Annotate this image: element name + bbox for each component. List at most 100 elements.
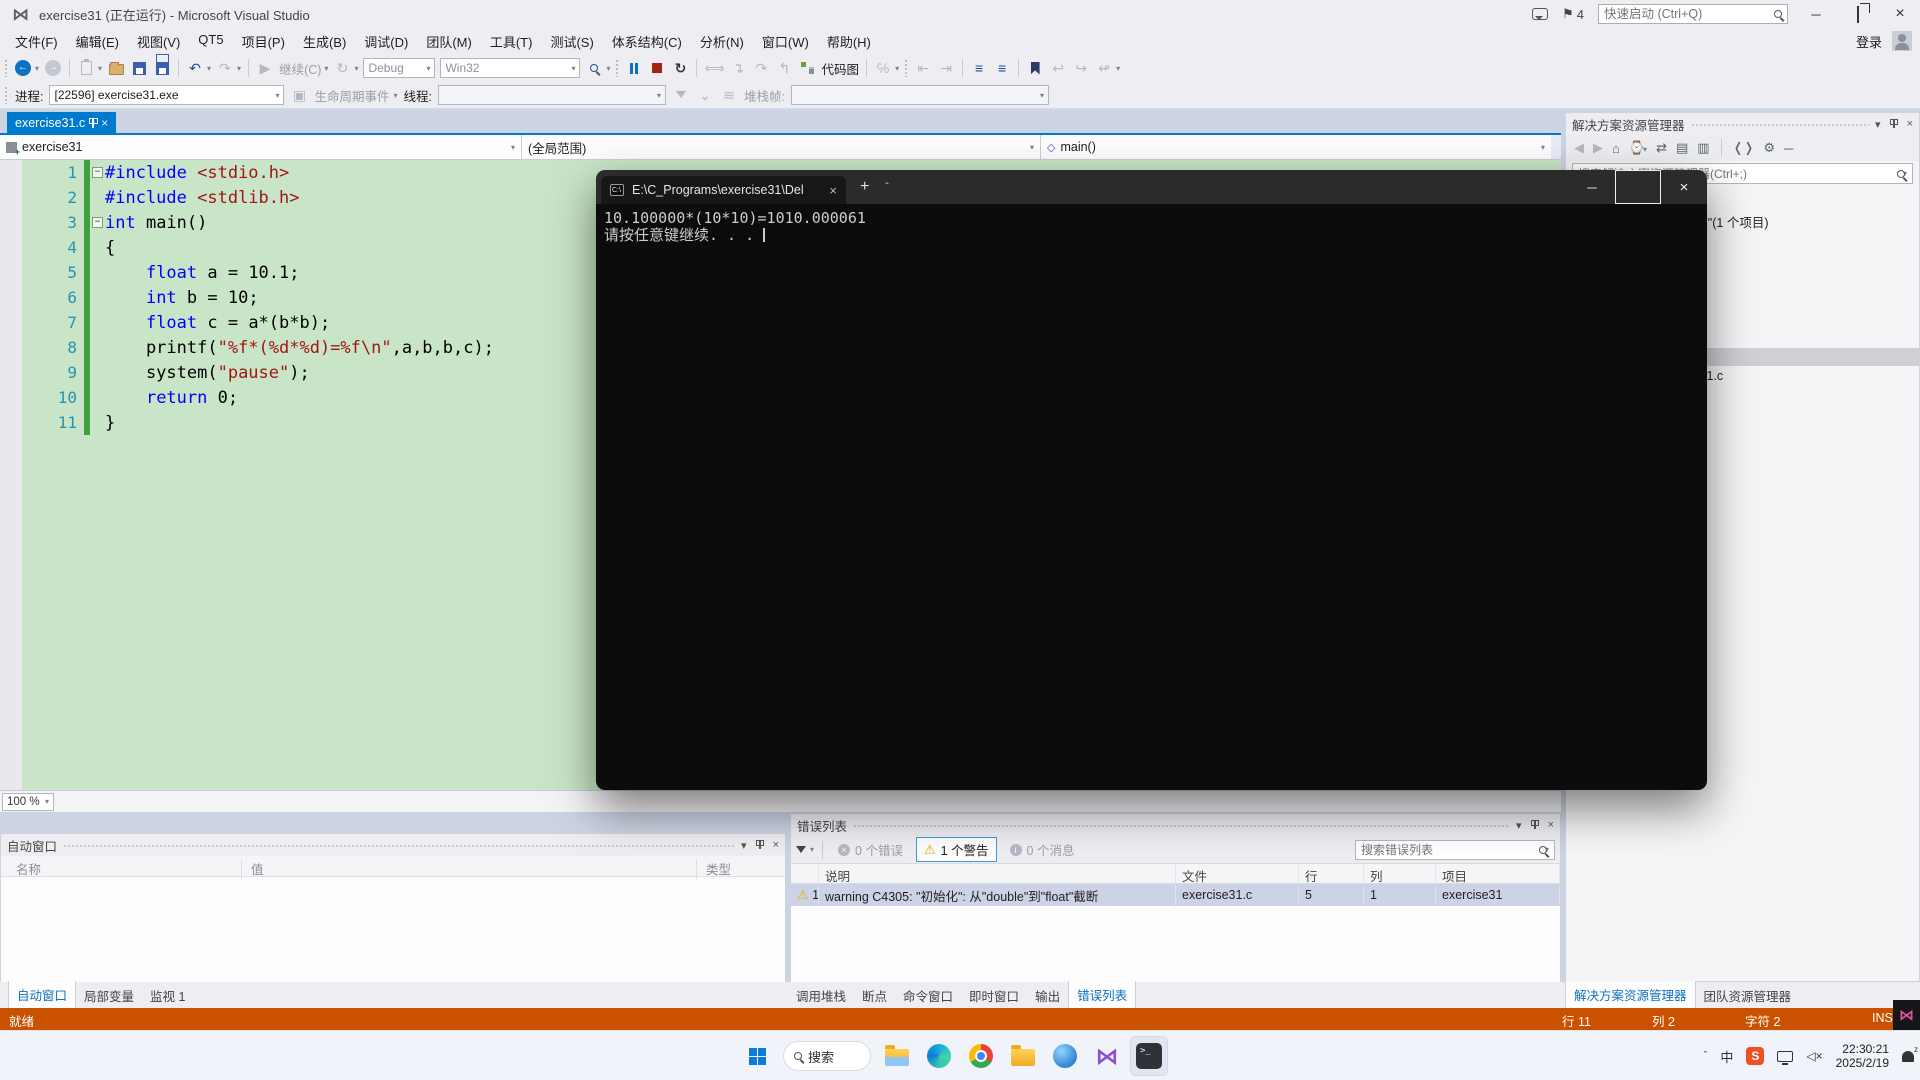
column-header[interactable]: 名称	[16, 859, 41, 878]
column-header[interactable]: 行	[1299, 864, 1364, 883]
save-icon[interactable]	[130, 57, 148, 79]
taskbar-icon-folder[interactable]	[1004, 1036, 1042, 1076]
quick-launch-box[interactable]	[1598, 4, 1788, 24]
errors-filter-button[interactable]: × 0 个错误	[831, 838, 910, 861]
panel-tab[interactable]: 命令窗口	[895, 982, 961, 1009]
quick-launch-input[interactable]	[1604, 7, 1774, 21]
column-header[interactable]: 列	[1364, 864, 1436, 883]
code-map-icon[interactable]	[799, 57, 817, 79]
minimize-button[interactable]: ─	[1802, 7, 1830, 22]
error-list-row[interactable]: ⚠ 1 warning C4305: "初始化": 从"double"到"floa…	[791, 883, 1560, 907]
column-header[interactable]: 文件	[1176, 864, 1299, 883]
find-in-files-icon[interactable]	[585, 57, 603, 79]
menu-item[interactable]: QT5	[189, 28, 232, 55]
user-avatar[interactable]	[1892, 31, 1912, 51]
panel-tab[interactable]: 团队资源管理器	[1696, 982, 1800, 1009]
restart-debugging-icon[interactable]: ↻	[671, 57, 689, 79]
window-position-icon[interactable]: ▾	[1875, 118, 1881, 131]
break-all-icon[interactable]	[625, 57, 643, 79]
close-tab-icon[interactable]: ×	[101, 116, 108, 130]
tab-dropdown-icon[interactable]: ˆ	[885, 182, 888, 193]
document-tab[interactable]: exercise31.c ×	[7, 112, 117, 133]
panel-tab[interactable]: 监视 1	[142, 982, 193, 1009]
column-header[interactable]: 项目	[1436, 864, 1560, 883]
toolbar-grip[interactable]	[4, 86, 9, 104]
new-tab-icon[interactable]: +	[860, 178, 869, 196]
menu-item[interactable]: 测试(S)	[541, 28, 602, 55]
auto-hide-pin-icon[interactable]	[1889, 119, 1898, 128]
taskbar-search[interactable]: 搜索	[783, 1041, 871, 1071]
taskbar-clock[interactable]: 22:30:21 2025/2/19	[1836, 1042, 1889, 1070]
terminal-maximize-button[interactable]	[1615, 170, 1661, 204]
terminal-close-button[interactable]: ×	[1661, 170, 1707, 204]
collapse-all-icon[interactable]: ▤	[1676, 140, 1688, 156]
taskbar-icon-chrome[interactable]	[962, 1036, 1000, 1076]
menu-item[interactable]: 视图(V)	[128, 28, 189, 55]
preview-selected-icon[interactable]: ─	[1784, 141, 1793, 156]
auto-hide-pin-icon[interactable]	[1530, 820, 1539, 829]
close-panel-icon[interactable]: ×	[1548, 819, 1554, 831]
menu-item[interactable]: 文件(F)	[6, 28, 67, 55]
solution-config-dropdown[interactable]: Debug ▾	[363, 58, 436, 78]
column-header[interactable]: 说明	[819, 864, 1176, 883]
taskbar-icon-edge[interactable]	[920, 1036, 958, 1076]
panel-tab[interactable]: 即时窗口	[961, 982, 1027, 1009]
panel-tab[interactable]: 调用堆栈	[788, 982, 854, 1009]
close-terminal-tab-icon[interactable]: ×	[829, 183, 837, 198]
terminal-minimize-button[interactable]: ─	[1569, 170, 1615, 204]
open-file-icon[interactable]	[107, 57, 125, 79]
window-position-icon[interactable]: ▾	[1516, 819, 1522, 832]
restore-button[interactable]	[1844, 5, 1872, 23]
menu-item[interactable]: 编辑(E)	[67, 28, 128, 55]
decrease-indent-icon[interactable]: ≡	[970, 57, 988, 79]
taskbar-icon-edge-blue[interactable]	[1046, 1036, 1084, 1076]
close-panel-icon[interactable]: ×	[1907, 118, 1913, 130]
increase-indent-icon[interactable]: ≡	[993, 57, 1011, 79]
navigate-back-button[interactable]: ←	[14, 57, 32, 79]
taskbar-icon-visual-studio[interactable]: ⋈	[1088, 1036, 1126, 1076]
view-code-icon[interactable]: ❬❭	[1733, 140, 1755, 156]
member-dropdown[interactable]: ◇ main() ▾	[1041, 135, 1551, 159]
warnings-filter-button[interactable]: ⚠ 1 个警告	[915, 837, 997, 862]
feedback-icon[interactable]	[1532, 8, 1549, 20]
network-icon[interactable]	[1777, 1050, 1794, 1065]
panel-tab[interactable]: 自动窗口	[8, 981, 77, 1009]
panel-tab[interactable]: 局部变量	[76, 982, 142, 1009]
pin-icon[interactable]	[89, 118, 99, 128]
code-map-label[interactable]: 代码图	[822, 59, 860, 78]
taskbar-icon-file-explorer[interactable]	[878, 1036, 916, 1076]
window-position-icon[interactable]: ▾	[741, 839, 747, 852]
column-header[interactable]: 值	[251, 859, 264, 878]
error-list-search-input[interactable]	[1361, 842, 1539, 857]
terminal-output[interactable]: 10.100000*(10*10)=1010.000061 请按任意键继续. . …	[596, 204, 1707, 790]
volume-muted-icon[interactable]: ◁×	[1806, 1049, 1822, 1063]
fold-marker-icon[interactable]: −	[92, 217, 103, 228]
toolbar-grip[interactable]	[4, 59, 9, 77]
error-list-search-box[interactable]: ▾	[1355, 839, 1555, 860]
close-button[interactable]: ×	[1886, 5, 1914, 23]
menu-item[interactable]: 帮助(H)	[818, 28, 880, 55]
sync-with-active-document-icon[interactable]: ⇄	[1656, 140, 1667, 156]
filter-icon[interactable]	[796, 845, 806, 858]
column-header[interactable]: 类型	[706, 859, 731, 878]
messages-filter-button[interactable]: i0 个消息	[1003, 838, 1082, 861]
menu-item[interactable]: 调试(D)	[355, 28, 417, 55]
menu-item[interactable]: 分析(N)	[691, 28, 753, 55]
taskbar-icon-terminal[interactable]: >_	[1130, 1036, 1168, 1076]
undo-icon[interactable]: ↶	[186, 57, 204, 79]
properties-icon[interactable]: ▥	[1697, 140, 1709, 156]
panel-tab[interactable]: 断点	[854, 982, 895, 1009]
close-panel-icon[interactable]: ×	[773, 839, 779, 851]
auto-hide-pin-icon[interactable]	[755, 840, 764, 849]
fold-marker-icon[interactable]: −	[92, 167, 103, 178]
start-button[interactable]	[738, 1036, 776, 1076]
sign-in-link[interactable]: 登录	[1856, 32, 1882, 51]
panel-tab[interactable]: 错误列表	[1068, 981, 1137, 1009]
scope-dropdown[interactable]: (全局范围) ▾	[522, 135, 1041, 159]
tools-icon[interactable]: ⚙	[1763, 140, 1775, 156]
zoom-level-dropdown[interactable]: 100 % ▾	[2, 792, 54, 811]
menu-item[interactable]: 工具(T)	[481, 28, 542, 55]
tray-expand-icon[interactable]: ˆ	[1704, 1050, 1708, 1062]
menu-item[interactable]: 窗口(W)	[753, 28, 818, 55]
snagit-icon[interactable]: S	[1746, 1047, 1765, 1065]
